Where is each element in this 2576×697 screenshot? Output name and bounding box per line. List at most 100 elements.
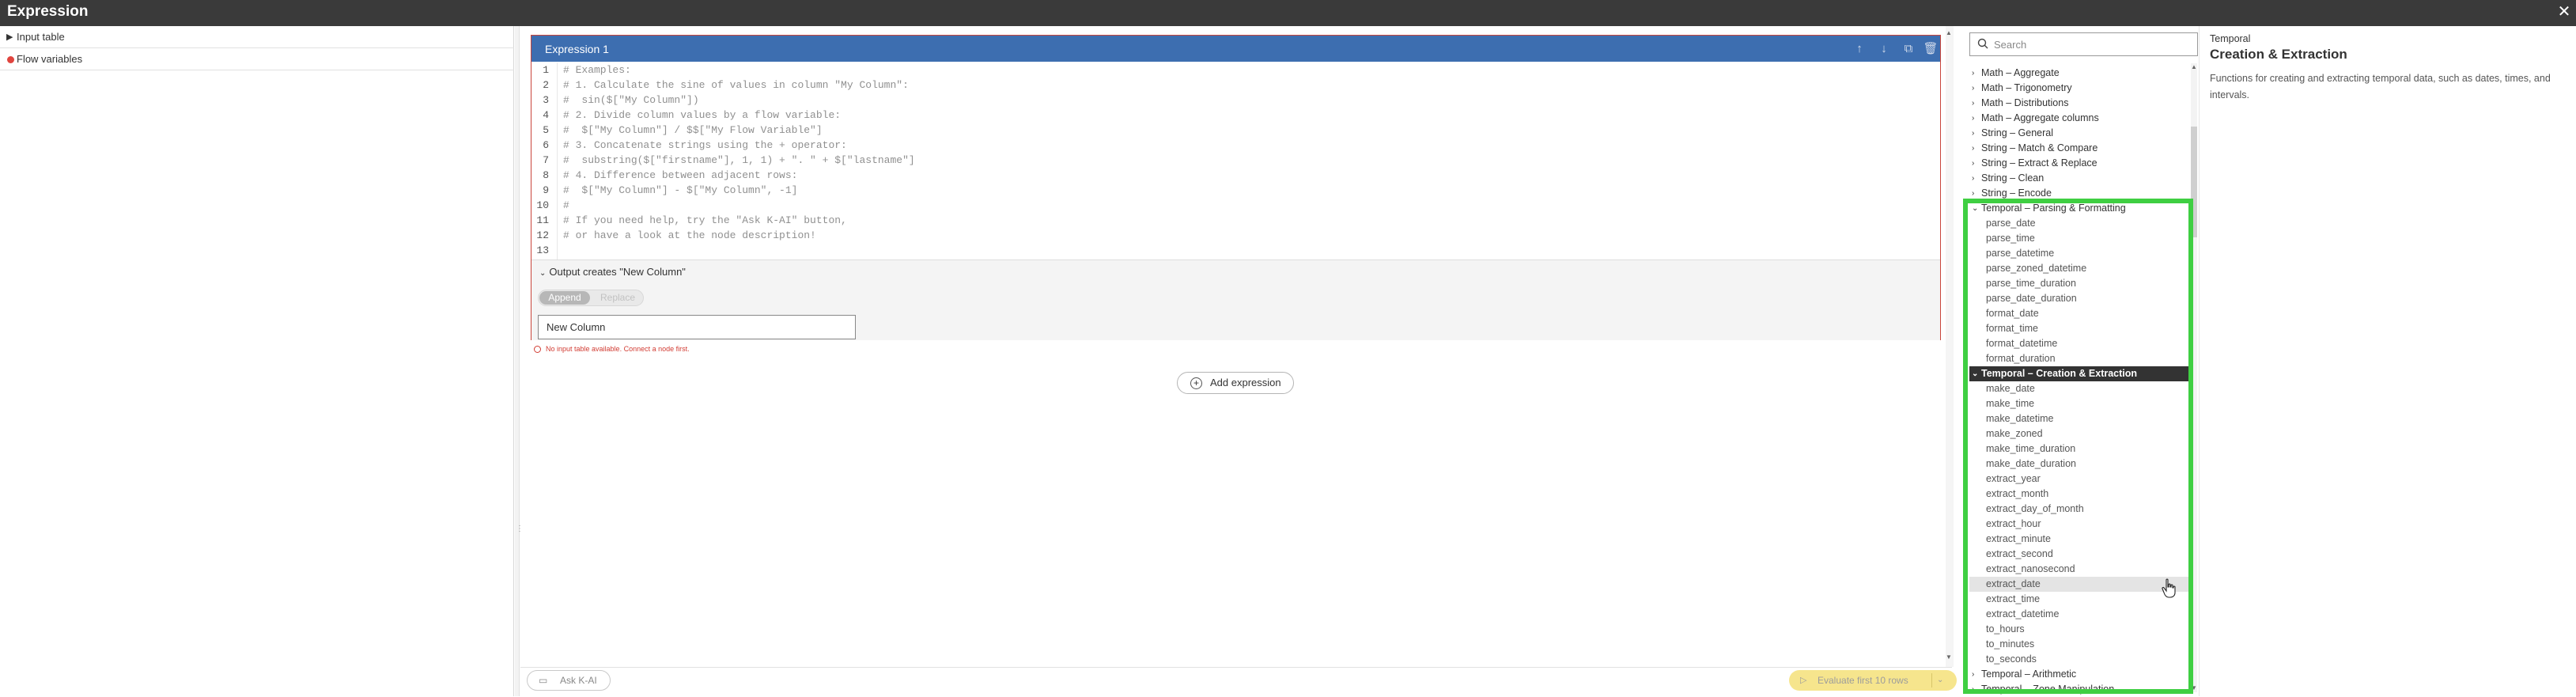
delete-icon[interactable]: 🗑 [1923, 41, 1939, 57]
catalog-scrollbar[interactable]: ▲ ▼ [2191, 63, 2197, 692]
function-label: parse_zoned_datetime [1986, 263, 2087, 274]
input-table-item[interactable]: ▶ Input table [0, 26, 514, 48]
function-item[interactable]: parse_date [1969, 216, 2188, 231]
output-header[interactable]: ⌄ Output creates "New Column" [539, 266, 686, 278]
move-up-icon[interactable]: ↑ [1852, 41, 1867, 57]
category-row[interactable]: ⌄ Temporal – Parsing & Formatting [1969, 201, 2188, 216]
append-option[interactable]: Append [539, 291, 590, 305]
function-item[interactable]: to_seconds [1969, 652, 2188, 667]
category-row[interactable]: ⌄ Temporal – Creation & Extraction [1969, 366, 2188, 381]
function-item[interactable]: parse_zoned_datetime [1969, 261, 2188, 276]
category-row[interactable]: › Temporal – Zone Manipulation [1969, 682, 2188, 697]
function-item[interactable]: extract_day_of_month [1969, 502, 2188, 517]
code-line[interactable]: # 3. Concatenate strings using the + ope… [563, 139, 847, 151]
panel-splitter[interactable]: ⋮ [515, 26, 524, 696]
scroll-up-icon[interactable]: ▲ [1946, 29, 1952, 36]
function-label: make_datetime [1986, 413, 2054, 424]
category-label: Temporal – Creation & Extraction [1981, 368, 2138, 379]
function-item[interactable]: format_time [1969, 321, 2188, 336]
chevron-down-icon[interactable]: ⌄ [1937, 670, 1943, 691]
scroll-down-icon[interactable]: ▼ [2191, 684, 2197, 691]
input-panel: ▶ Input table Flow variables [0, 26, 514, 696]
column-name-input[interactable]: New Column [538, 315, 856, 339]
add-expression-button[interactable]: + Add expression [1177, 372, 1294, 394]
category-label: Temporal – Arithmetic [1981, 669, 2077, 680]
move-down-icon[interactable]: ↓ [1876, 41, 1892, 57]
category-row[interactable]: › Math – Trigonometry [1969, 81, 2188, 96]
code-line[interactable]: # 2. Divide column values by a flow vari… [563, 109, 841, 121]
function-item[interactable]: format_datetime [1969, 336, 2188, 351]
function-item[interactable]: make_date_duration [1969, 456, 2188, 472]
function-item[interactable]: extract_minute [1969, 532, 2188, 547]
category-row[interactable]: › Math – Aggregate [1969, 66, 2188, 81]
category-row[interactable]: › Temporal – Arithmetic [1969, 667, 2188, 682]
function-item[interactable]: format_date [1969, 306, 2188, 321]
search-box[interactable] [1969, 32, 2198, 56]
function-item[interactable]: extract_hour [1969, 517, 2188, 532]
scroll-up-icon[interactable]: ▲ [2191, 63, 2197, 70]
line-number: 3 [543, 94, 549, 106]
category-row[interactable]: › String – Clean [1969, 171, 2188, 186]
chevron-down-icon: ⌄ [1972, 204, 1979, 213]
function-item[interactable]: format_duration [1969, 351, 2188, 366]
category-row[interactable]: › String – Match & Compare [1969, 141, 2188, 156]
code-line[interactable]: # or have a look at the node description… [563, 229, 816, 241]
code-line[interactable]: # $["My Column"] - $["My Column", -1] [563, 184, 797, 196]
category-row[interactable]: › String – General [1969, 126, 2188, 141]
function-item[interactable]: make_zoned [1969, 426, 2188, 441]
code-line[interactable]: # 1. Calculate the sine of values in col… [563, 79, 909, 91]
scrollbar-thumb[interactable] [2191, 127, 2197, 237]
code-line[interactable]: # substring($["firstname"], 1, 1) + ". "… [563, 154, 915, 166]
replace-option[interactable]: Replace [592, 291, 643, 305]
function-item[interactable]: extract_nanosecond [1969, 562, 2188, 577]
append-replace-toggle[interactable]: Append Replace [538, 290, 644, 306]
function-label: to_hours [1986, 623, 2025, 634]
flow-variables-item[interactable]: Flow variables [0, 48, 514, 70]
description-title: Creation & Extraction [2210, 47, 2347, 62]
scroll-down-icon[interactable]: ▼ [1946, 653, 1952, 661]
category-row[interactable]: › String – Extract & Replace [1969, 156, 2188, 171]
code-line[interactable]: # [563, 199, 569, 211]
ask-kai-button[interactable]: ▭ Ask K-AI [527, 670, 611, 691]
function-item[interactable]: make_time [1969, 396, 2188, 411]
function-item[interactable]: extract_date [1969, 577, 2188, 592]
category-label: String – Encode [1981, 188, 2052, 199]
function-item[interactable]: extract_year [1969, 472, 2188, 487]
function-label: format_duration [1986, 353, 2056, 364]
line-number: 11 [536, 214, 549, 226]
close-icon[interactable]: ✕ [2555, 3, 2573, 21]
category-row[interactable]: › Math – Aggregate columns [1969, 111, 2188, 126]
chevron-right-icon: › [1972, 685, 1975, 694]
function-item[interactable]: extract_time [1969, 592, 2188, 607]
category-label: String – Clean [1981, 172, 2045, 184]
code-line[interactable]: # Examples: [563, 64, 631, 76]
search-input[interactable] [1994, 36, 2192, 53]
function-item[interactable]: extract_datetime [1969, 607, 2188, 622]
copy-icon[interactable]: ⧉ [1901, 41, 1916, 57]
code-line[interactable]: # If you need help, try the "Ask K-AI" b… [563, 214, 847, 226]
function-item[interactable]: make_time_duration [1969, 441, 2188, 456]
evaluate-button[interactable]: ▷ Evaluate first 10 rows ⌄ [1789, 670, 1957, 691]
function-item[interactable]: parse_time_duration [1969, 276, 2188, 291]
category-label: Math – Aggregate [1981, 67, 2060, 78]
function-item[interactable]: extract_second [1969, 547, 2188, 562]
code-line[interactable]: # $["My Column"] / $$["My Flow Variable"… [563, 124, 823, 136]
output-section: ⌄ Output creates "New Column" Append Repl… [531, 259, 1940, 340]
function-item[interactable]: extract_month [1969, 487, 2188, 502]
function-item[interactable]: to_minutes [1969, 637, 2188, 652]
code-editor[interactable]: 1 # Examples: 2 # 1. Calculate the sine of … [531, 63, 1940, 290]
code-line[interactable]: # sin($["My Column"]) [563, 94, 699, 106]
function-item[interactable]: parse_date_duration [1969, 291, 2188, 306]
category-row[interactable]: › Math – Distributions [1969, 96, 2188, 111]
function-item[interactable]: to_hours [1969, 622, 2188, 637]
function-item[interactable]: make_datetime [1969, 411, 2188, 426]
line-number: 5 [543, 124, 549, 136]
category-row[interactable]: › String – Encode [1969, 186, 2188, 201]
function-label: make_time [1986, 398, 2035, 409]
function-label: extract_second [1986, 548, 2053, 559]
function-item[interactable]: parse_time [1969, 231, 2188, 246]
function-item[interactable]: make_date [1969, 381, 2188, 396]
editor-scrollbar[interactable]: ▲ ▼ [1946, 26, 1954, 667]
function-item[interactable]: parse_datetime [1969, 246, 2188, 261]
code-line[interactable]: # 4. Difference between adjacent rows: [563, 169, 797, 181]
